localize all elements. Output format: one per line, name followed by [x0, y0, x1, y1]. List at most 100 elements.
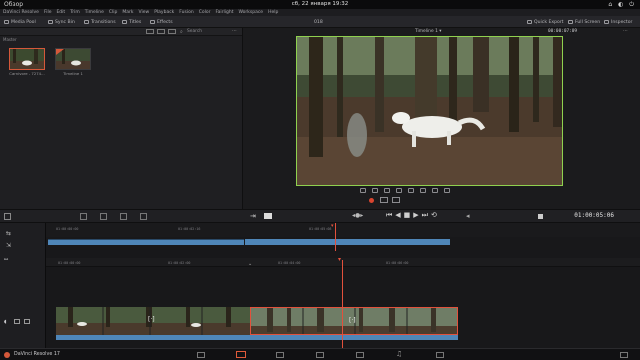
timeline-clip-2-selected[interactable]: [·] — [250, 307, 458, 335]
ruler-label: 01:00:05:08 — [309, 227, 332, 231]
playback-controls[interactable]: ⏮◀■▶⏭⟲ — [386, 211, 440, 220]
media-clip-thumbnail[interactable] — [9, 48, 45, 70]
clip-marker-icon[interactable]: [·] — [349, 317, 356, 324]
ruler-label: 01:00:04:00 — [278, 261, 301, 265]
clip-audio-strip[interactable] — [56, 335, 458, 340]
menu-item[interactable]: Workspace — [238, 10, 263, 15]
transitions-button[interactable]: Transitions — [84, 18, 116, 26]
sync-bin-button[interactable]: Sync Bin — [48, 18, 75, 26]
os-status-icons[interactable]: ⌂ ◐ ⏻ — [608, 1, 636, 9]
transform-icon[interactable] — [360, 188, 366, 193]
menu-item[interactable]: Playback — [154, 10, 174, 15]
snap-icon[interactable] — [140, 213, 147, 220]
link-icon[interactable]: ⚯ — [4, 257, 8, 263]
export-icon — [527, 20, 532, 24]
cut-page-icon[interactable] — [236, 351, 246, 358]
audio-icon[interactable] — [444, 188, 450, 193]
viewer-tools — [360, 188, 450, 193]
menu-item[interactable]: Color — [199, 10, 211, 15]
effects-button[interactable]: Effects — [150, 18, 173, 26]
menu-bar: DaVinci Resolve File Edit Trim Timeline Clip M… — [0, 9, 640, 16]
more-options-icon[interactable]: ⋯ — [232, 28, 237, 34]
fusion-page-icon[interactable] — [316, 352, 324, 358]
titles-button[interactable]: Titles — [122, 18, 141, 26]
audio-monitor-icon[interactable]: ◖ — [4, 319, 7, 325]
main-playhead[interactable] — [342, 260, 343, 348]
layout-icon[interactable] — [4, 213, 11, 220]
menu-item[interactable]: Fusion — [179, 10, 193, 15]
menu-item[interactable]: Clip — [109, 10, 118, 15]
menu-item[interactable]: Trim — [70, 10, 80, 15]
timeline-clip-1[interactable]: [·] — [56, 307, 250, 335]
insert-clip-icon[interactable]: ⇥ — [250, 212, 256, 220]
crop-icon[interactable] — [372, 188, 378, 193]
mini-clip-1[interactable] — [48, 239, 244, 245]
resolve-logo-icon — [4, 352, 10, 358]
main-toolbar: Media Pool Sync Bin Transitions Titles E… — [0, 16, 640, 28]
timeline-thumbnail[interactable] — [55, 48, 91, 70]
jog-controls-icon[interactable]: ◂●▸ — [352, 212, 363, 219]
mini-clip-2[interactable] — [244, 239, 450, 245]
dynamic-zoom-icon[interactable] — [384, 188, 390, 193]
titles-icon — [122, 20, 127, 24]
trim-tool-icon[interactable] — [100, 213, 107, 220]
mini-playhead-marker[interactable]: ▾ — [331, 223, 334, 229]
record-icon[interactable] — [369, 198, 374, 203]
timeline-area[interactable]: 01:00:00:00 01:00:02:16 01:00:05:08 ▾ 01… — [46, 223, 640, 348]
menu-item[interactable]: File — [44, 10, 52, 15]
toggle-icon[interactable]: ⇆ — [6, 230, 11, 237]
linear-icon[interactable] — [392, 197, 400, 203]
sort-icon[interactable] — [168, 29, 176, 34]
settings-icon[interactable] — [620, 352, 628, 358]
ruler-label: 01:00:00:00 — [58, 261, 81, 265]
search-input[interactable]: Search — [187, 29, 202, 34]
menu-item[interactable]: Fairlight — [215, 10, 233, 15]
inspector-button[interactable]: Inspector — [604, 18, 632, 26]
keyframe-icon[interactable] — [380, 197, 388, 203]
clip-marker-icon[interactable]: [·] — [148, 316, 155, 323]
track-lock-icon[interactable] — [14, 319, 20, 324]
app-name: DaVinci Resolve 17 — [14, 352, 60, 357]
os-clock[interactable]: сб, 22 января 19:32 — [0, 1, 640, 7]
fairlight-page-icon[interactable]: ♫ — [396, 350, 402, 358]
annotation-icon[interactable] — [408, 188, 414, 193]
effects-icon — [150, 20, 155, 24]
media-page-icon[interactable] — [197, 352, 205, 358]
menu-item[interactable]: Help — [268, 10, 278, 15]
fit-icon[interactable]: ⇲ — [6, 242, 11, 249]
media-pool-button[interactable]: Media Pool — [4, 18, 36, 26]
smart-reframe-icon[interactable] — [420, 188, 426, 193]
full-screen-button[interactable]: Full Screen — [568, 18, 600, 26]
page-navigation-bar: DaVinci Resolve 17 ♫ — [0, 348, 640, 360]
menu-item[interactable]: Edit — [56, 10, 65, 15]
menu-item[interactable]: View — [139, 10, 150, 15]
main-playhead-marker[interactable]: ▾ — [338, 256, 341, 263]
viewer-options-icon[interactable]: ⋯ — [623, 28, 628, 34]
deliver-page-icon[interactable] — [436, 352, 444, 358]
transitions-icon — [84, 20, 89, 24]
viewer-timeline-name[interactable]: Timeline 1 ▾ — [415, 29, 441, 34]
list-view-icon[interactable] — [146, 29, 154, 34]
grid-view-icon[interactable] — [157, 29, 165, 34]
timeline-thumbnail-image — [56, 49, 90, 69]
color-page-icon[interactable] — [356, 352, 364, 358]
edit-point-marker[interactable]: ⌄ — [248, 261, 252, 267]
menu-item[interactable]: DaVinci Resolve — [3, 10, 39, 15]
edit-tool-icon[interactable] — [80, 213, 87, 220]
ruler-label: 01:00:02:16 — [178, 227, 201, 231]
quick-export-button[interactable]: Quick Export — [527, 18, 564, 26]
track-visibility-icon[interactable] — [24, 319, 30, 324]
search-icon[interactable]: ⌕ — [180, 29, 183, 35]
volume-icon[interactable]: ◂ — [466, 212, 470, 220]
menu-item[interactable]: Timeline — [85, 10, 104, 15]
os-top-bar: Обзор сб, 22 января 19:32 ⌂ ◐ ⏻ — [0, 0, 640, 9]
inspector-icon — [604, 20, 609, 24]
menu-item[interactable]: Mark — [122, 10, 133, 15]
overwrite-icon[interactable] — [264, 213, 272, 219]
opentfx-icon[interactable] — [396, 188, 402, 193]
transform-curve-icon[interactable] — [432, 188, 438, 193]
viewer-mode-icon[interactable] — [538, 214, 543, 219]
video-frame[interactable] — [296, 36, 563, 186]
edit-page-icon[interactable] — [276, 352, 284, 358]
blade-tool-icon[interactable] — [120, 213, 127, 220]
